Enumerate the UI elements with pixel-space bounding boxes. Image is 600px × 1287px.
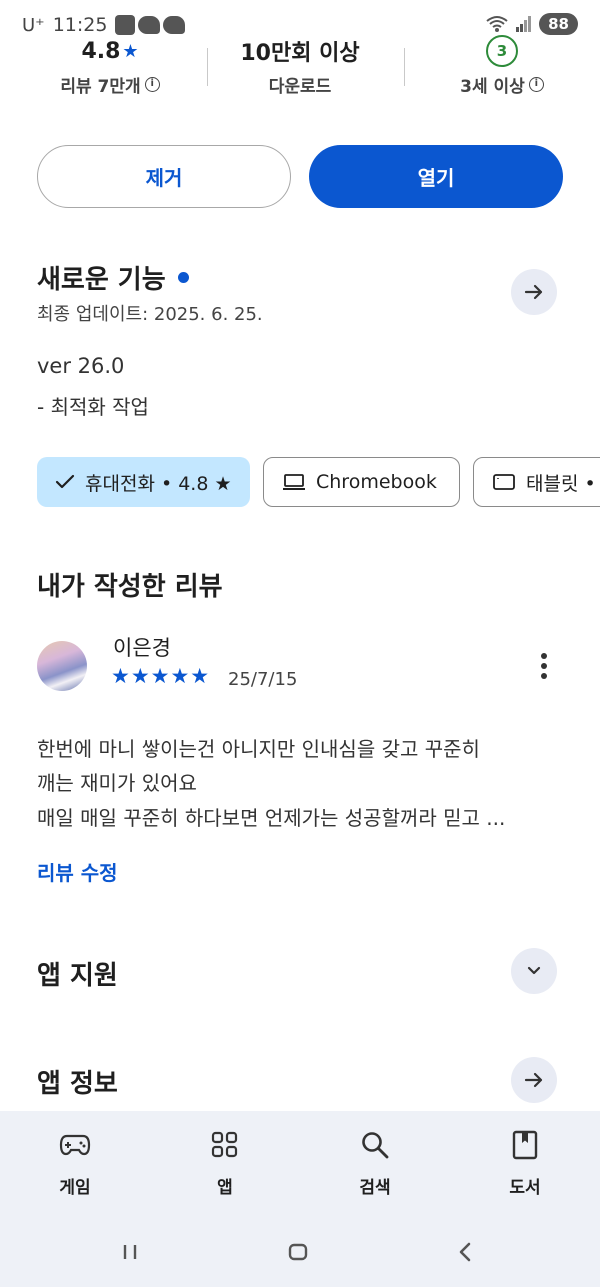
age-rating-stat[interactable]: 3 3세 이상 i bbox=[422, 35, 582, 97]
nav-books[interactable]: 도서 bbox=[475, 1111, 575, 1217]
whats-new-arrow-button[interactable] bbox=[511, 269, 557, 315]
arrow-right-icon bbox=[524, 1072, 543, 1088]
app-stats: 4.8 ★ 리뷰 7만개 i 10만회 이상 다운로드 3 3세 이상 i bbox=[0, 35, 600, 104]
review-stars: ★★★★★ bbox=[111, 664, 211, 688]
review-text-line: 깨는 재미가 있어요 bbox=[37, 771, 197, 795]
whats-new-title: 새로운 기능 bbox=[37, 265, 166, 295]
arrow-right-icon bbox=[524, 284, 543, 300]
nav-search-label: 검색 bbox=[359, 1178, 391, 1198]
nav-books-label: 도서 bbox=[509, 1178, 541, 1198]
remove-button[interactable]: 제거 bbox=[37, 145, 291, 208]
more-options-button[interactable] bbox=[531, 650, 557, 682]
rating-value-row: 4.8 ★ bbox=[30, 36, 190, 66]
star-icon: ★ bbox=[122, 40, 139, 62]
message-notification-icon bbox=[138, 16, 161, 34]
signal-icon bbox=[516, 16, 532, 32]
review-text-line: 한번에 마니 쌓이는건 아니지만 인내심을 갖고 꾸준히 bbox=[37, 737, 480, 761]
chip-chromebook-label: Chromebook bbox=[316, 471, 437, 493]
home-icon bbox=[288, 1243, 308, 1261]
home-button[interactable] bbox=[278, 1237, 318, 1267]
nav-games-label: 게임 bbox=[59, 1178, 91, 1198]
gamepad-icon bbox=[59, 1129, 91, 1161]
more-dot bbox=[541, 673, 547, 679]
book-icon bbox=[512, 1129, 538, 1161]
changes-text: - 최적화 작업 bbox=[37, 395, 149, 419]
app-support-expand-button[interactable] bbox=[511, 948, 557, 994]
info-icon[interactable]: i bbox=[144, 77, 160, 92]
downloads-stat: 10만회 이상 다운로드 bbox=[220, 36, 380, 97]
nav-search[interactable]: 검색 bbox=[325, 1111, 425, 1217]
age-badge-row: 3 bbox=[422, 35, 582, 67]
search-icon bbox=[360, 1129, 390, 1161]
whats-new-header[interactable]: 새로운 기능 bbox=[37, 259, 189, 296]
divider bbox=[404, 48, 405, 86]
last-updated: 최종 업데이트: 2025. 6. 25. bbox=[37, 304, 263, 325]
status-left: U⁺ 11:25 bbox=[22, 14, 186, 36]
rating-stat[interactable]: 4.8 ★ 리뷰 7만개 i bbox=[30, 36, 190, 97]
device-filter-chips: 휴대전화 • 4.8 ★ Chromebook 태블릿 • 4 bbox=[37, 457, 600, 507]
clock: 11:25 bbox=[52, 14, 108, 36]
wifi-icon bbox=[486, 16, 508, 32]
my-review-title: 내가 작성한 리뷰 bbox=[37, 572, 223, 602]
downloads-value: 10만회 이상 bbox=[240, 41, 360, 66]
nav-games[interactable]: 게임 bbox=[25, 1111, 125, 1217]
open-button[interactable]: 열기 bbox=[309, 145, 563, 208]
age-rating-badge: 3 bbox=[486, 35, 518, 67]
recent-apps-icon bbox=[123, 1245, 137, 1259]
nav-apps[interactable]: 앱 bbox=[175, 1111, 275, 1217]
tablet-icon bbox=[493, 474, 515, 490]
system-navigation-bar bbox=[0, 1217, 600, 1287]
check-icon bbox=[55, 474, 75, 489]
nav-apps-label: 앱 bbox=[217, 1178, 233, 1198]
notification-icons bbox=[115, 15, 186, 35]
bottom-navigation: 게임 앱 검색 도서 bbox=[0, 1111, 600, 1217]
age-label: 3세 이상 bbox=[460, 77, 525, 97]
back-icon bbox=[459, 1242, 471, 1262]
downloads-label: 다운로드 bbox=[268, 77, 332, 97]
app-info-arrow-button[interactable] bbox=[511, 1057, 557, 1103]
app-info-title[interactable]: 앱 정보 bbox=[37, 1063, 118, 1100]
chip-phone-label: 휴대전화 • 4.8 ★ bbox=[85, 472, 232, 495]
review-text-line: 매일 매일 꾸준히 하다보면 언제가는 성공할꺼라 믿고 ... bbox=[37, 806, 506, 830]
version-text: ver 26.0 bbox=[37, 354, 125, 378]
age-label-row: 3세 이상 i bbox=[422, 72, 582, 97]
rating-value: 4.8 bbox=[81, 38, 121, 64]
more-dot bbox=[541, 663, 547, 669]
chevron-down-icon bbox=[527, 966, 541, 975]
edit-review-link[interactable]: 리뷰 수정 bbox=[37, 857, 118, 886]
reviewer-name: 이은경 bbox=[113, 636, 171, 660]
divider bbox=[207, 48, 208, 86]
rating-label: 리뷰 7만개 bbox=[60, 77, 141, 97]
app-support-title[interactable]: 앱 지원 bbox=[37, 955, 118, 992]
rating-label-row: 리뷰 7만개 i bbox=[30, 72, 190, 97]
more-dot bbox=[541, 653, 547, 659]
recent-apps-button[interactable] bbox=[110, 1237, 150, 1267]
new-indicator-dot bbox=[177, 272, 189, 283]
chip-phone[interactable]: 휴대전화 • 4.8 ★ bbox=[37, 457, 250, 507]
battery-indicator: 88 bbox=[539, 13, 578, 35]
message-notification-icon-2 bbox=[163, 16, 186, 34]
chip-chromebook[interactable]: Chromebook bbox=[263, 457, 460, 507]
pay-notification-icon bbox=[115, 15, 136, 35]
status-right: 88 bbox=[485, 13, 578, 35]
chip-tablet-label: 태블릿 • 4 bbox=[526, 472, 600, 495]
info-icon[interactable]: i bbox=[528, 77, 544, 92]
back-button[interactable] bbox=[446, 1237, 486, 1267]
apps-grid-icon bbox=[211, 1129, 239, 1161]
review-date: 25/7/15 bbox=[228, 669, 298, 690]
carrier-label: U⁺ bbox=[22, 14, 45, 36]
chip-tablet[interactable]: 태블릿 • 4 bbox=[473, 457, 600, 507]
avatar bbox=[37, 641, 87, 691]
status-bar: U⁺ 11:25 88 bbox=[0, 0, 600, 38]
laptop-icon bbox=[283, 474, 305, 490]
